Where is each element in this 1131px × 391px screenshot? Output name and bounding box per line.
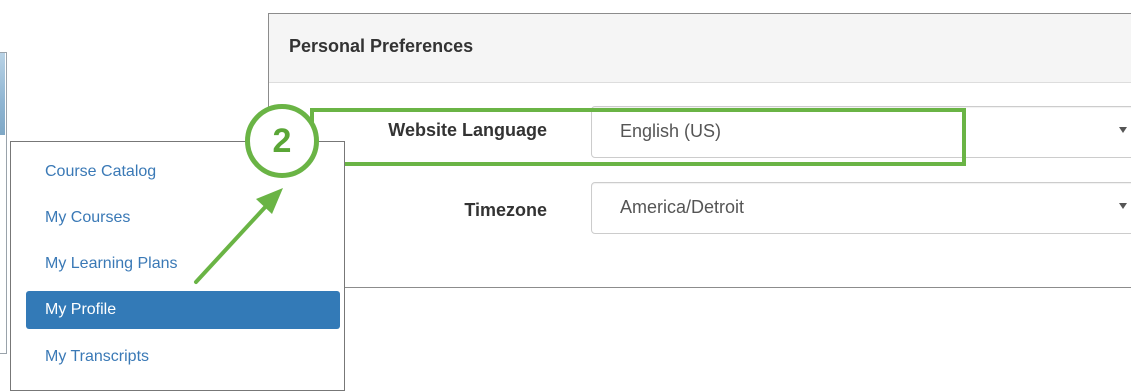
menu-item-my-profile[interactable]: My Profile (26, 291, 340, 329)
user-nav-menu: Course Catalog My Courses My Learning Pl… (10, 141, 345, 391)
caret-down-icon (1119, 203, 1127, 209)
panel-title: Personal Preferences (289, 36, 474, 56)
menu-item-my-learning-plans[interactable]: My Learning Plans (26, 245, 340, 283)
language-highlight-box (310, 108, 966, 166)
timezone-value: America/Detroit (620, 197, 745, 217)
panel-header: Personal Preferences (269, 14, 1131, 83)
timezone-select[interactable]: America/Detroit (591, 182, 1131, 234)
menu-item-my-transcripts[interactable]: My Transcripts (26, 338, 340, 376)
caret-down-icon (1119, 127, 1127, 133)
background-image-strip (0, 53, 5, 135)
background-window-fragment (0, 52, 7, 354)
menu-item-my-courses[interactable]: My Courses (26, 199, 340, 237)
step-number-badge: 2 (245, 104, 319, 178)
